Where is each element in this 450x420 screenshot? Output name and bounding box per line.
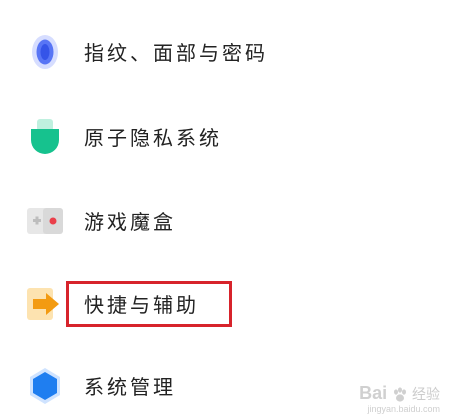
game-box-icon bbox=[27, 208, 63, 234]
paw-icon bbox=[393, 387, 406, 402]
settings-item-label: 原子隐私系统 bbox=[84, 126, 222, 150]
shortcut-arrow-icon bbox=[27, 288, 59, 320]
baidu-watermark: Bai 经验 jingyan.baidu.com bbox=[359, 384, 440, 414]
settings-item-label: 系统管理 bbox=[84, 375, 176, 399]
system-hexagon-icon bbox=[30, 368, 60, 404]
privacy-shield-icon bbox=[31, 119, 59, 154]
settings-item-label: 游戏魔盒 bbox=[84, 210, 176, 234]
settings-item-privacy[interactable]: 原子隐私系统 bbox=[0, 107, 450, 167]
settings-item-fingerprint[interactable]: 指纹、面部与密码 bbox=[0, 22, 450, 82]
highlight-box bbox=[66, 281, 232, 327]
watermark-brand: Bai bbox=[359, 383, 388, 403]
watermark-suffix: 经验 bbox=[412, 386, 440, 402]
settings-item-label: 指纹、面部与密码 bbox=[84, 41, 268, 65]
watermark-url: jingyan.baidu.com bbox=[367, 404, 440, 414]
fingerprint-icon bbox=[32, 35, 58, 69]
settings-screen: 指纹、面部与密码 原子隐私系统 游戏魔盒 快捷与辅助 系统管理 Bai 经验 j… bbox=[0, 0, 450, 420]
settings-item-game-box[interactable]: 游戏魔盒 bbox=[0, 191, 450, 251]
